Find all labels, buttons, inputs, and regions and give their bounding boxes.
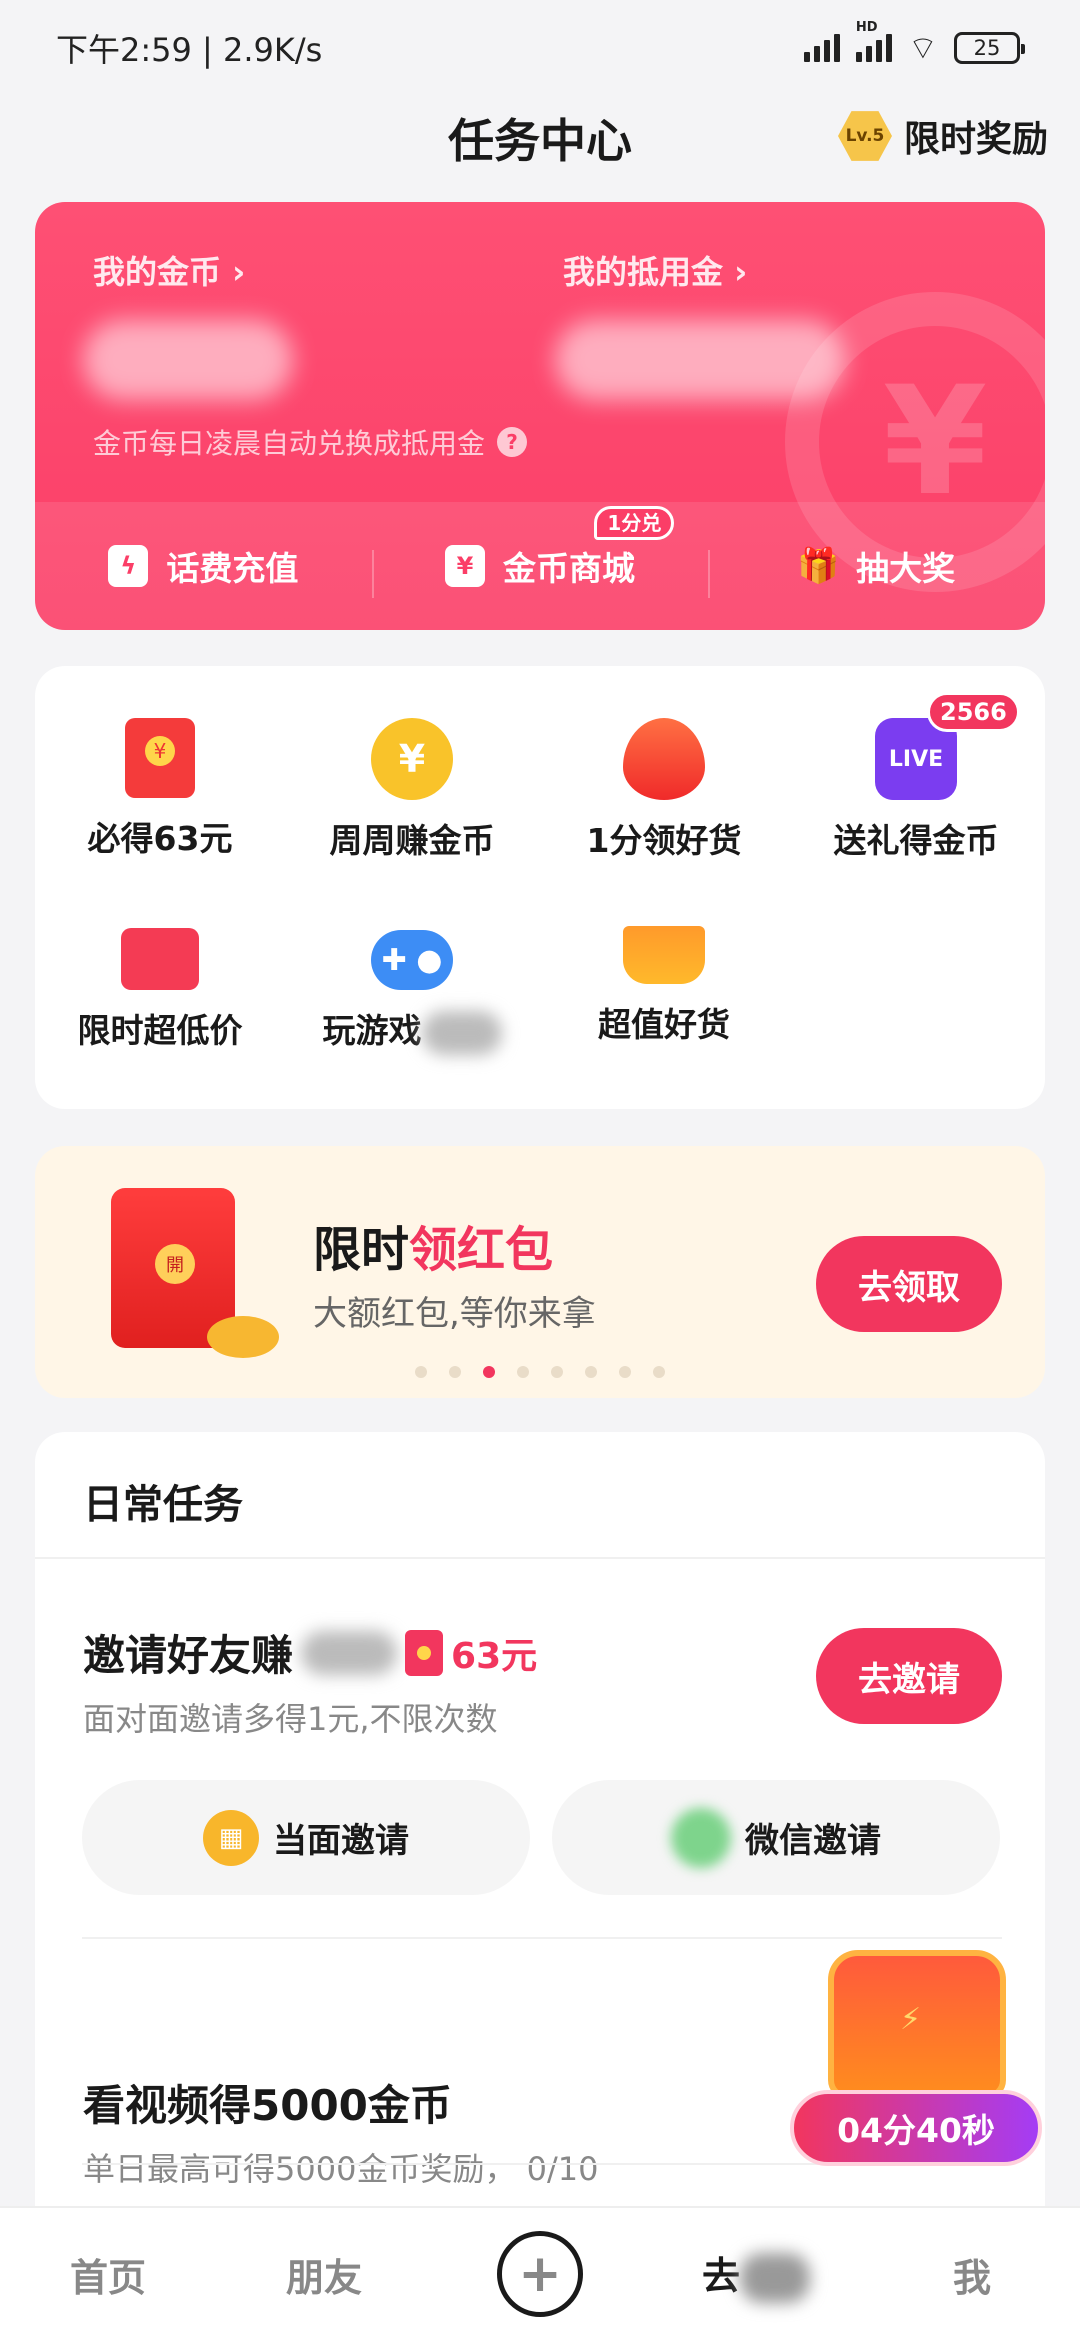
live-count-badge: 2566 [927,692,1020,732]
red-packet-icon [125,718,195,798]
invite-button[interactable]: 去邀请 [816,1628,1002,1724]
nav-go[interactable]: 去 [648,2245,864,2304]
banner-title: 限时领红包 [313,1222,554,1278]
grid-item-great-deals[interactable]: 超值好货 [539,914,789,1046]
voucher-balance-blurred [555,320,845,400]
coin-mall-icon: ¥ [445,545,485,587]
status-bar: 下午2:59 | 2.9K/s HD ⌔ 25 [0,0,1080,95]
claim-button[interactable]: 去领取 [816,1236,1002,1332]
grid-item-play-games[interactable]: ✚ ● 玩游戏 [287,914,537,1055]
banner-subtitle: 大额红包,等你来拿 [313,1294,596,1334]
coin-balance-blurred [83,320,293,400]
blurred-text [740,2253,810,2304]
wechat-icon [671,1807,731,1868]
level-badge-icon: Lv.5 [837,111,892,161]
coin-mall-badge: 1分兑 [594,506,675,540]
live-icon: LIVE 2566 [875,692,1020,800]
signal-icon [803,33,840,62]
quick-entry-grid: 必得63元 ¥ 周周赚金币 1分领好货 LIVE 2566 送礼得金币 限时超低… [35,666,1045,1109]
divider [82,1937,1002,1939]
cart-icon [623,926,705,984]
lucky-draw-button[interactable]: 🎁 抽大奖 [708,542,1045,598]
treasure-chest-icon[interactable] [828,1950,1006,2100]
bottom-nav: 首页 朋友 + 去 我 [0,2206,1080,2340]
video-task-subtitle: 单日最高可得5000金币奖励， 0/10 [83,2150,599,2188]
grid-item-one-cent[interactable]: 1分领好货 [539,718,789,862]
phone-charge-button[interactable]: ϟ 话费充值 [35,542,372,590]
blurred-text [421,1010,502,1055]
daily-tasks-header: 日常任务 [83,1482,243,1528]
invite-task-subtitle: 面对面邀请多得1元,不限次数 [83,1700,498,1738]
gold-coins-icon [207,1316,279,1358]
nav-me[interactable]: 我 [864,2247,1080,2302]
carousel-dots [35,1366,1045,1378]
coin-actions-row: ϟ 话费充值 ¥ 金币商城 1分兑 🎁 抽大奖 [35,502,1045,630]
gamepad-icon: ✚ ● [371,930,453,990]
fire-icon [623,718,705,800]
coin-icon: ¥ [371,718,453,800]
limited-reward-label: 限时奖励 [903,119,1048,160]
grid-item-weekly-coins[interactable]: ¥ 周周赚金币 [287,718,537,862]
grid-item-flash-sale[interactable]: 限时超低价 [35,914,285,1052]
gift-box-icon [121,928,199,990]
video-task-title: 看视频得5000金币 [83,2081,452,2130]
gift-icon: 🎁 [797,546,840,586]
face-invite-button[interactable]: ▦ 当面邀请 [82,1780,530,1895]
coin-summary-card: ¥ 我的金币 › 我的抵用金 › 金币每日凌晨自动兑换成抵用金 ? ϟ 话费充值… [35,202,1045,630]
phone-charge-icon: ϟ [108,545,149,587]
wifi-icon: ⌔ [907,28,938,67]
nav-home[interactable]: 首页 [0,2247,216,2302]
invite-reward: 63元 [405,1627,537,1679]
hd-signal-icon: HD [855,20,892,62]
coin-note: 金币每日凌晨自动兑换成抵用金 ? [93,422,528,462]
page-header: 任务中心 Lv.5 限时奖励 [0,95,1080,200]
nav-create[interactable]: + [432,2231,648,2317]
help-icon[interactable]: ? [497,427,528,457]
qr-code-icon: ▦ [203,1809,259,1866]
grid-item-red-packet[interactable]: 必得63元 [35,718,285,860]
chest-countdown[interactable]: 04分40秒 [790,2090,1042,2166]
divider [35,1557,1045,1559]
status-time: 下午2:59 | 2.9K/s [56,30,323,69]
nav-friends[interactable]: 朋友 [216,2247,432,2302]
my-voucher-link[interactable]: 我的抵用金 › [563,247,747,293]
battery-icon: 25 [954,31,1025,64]
plus-icon: + [497,2231,583,2317]
my-coins-link[interactable]: 我的金币 › [93,247,245,293]
blurred-text [301,1630,398,1675]
red-packet-icon [405,1629,444,1676]
wechat-invite-button[interactable]: 微信邀请 [552,1780,1000,1895]
coin-mall-button[interactable]: ¥ 金币商城 1分兑 [371,506,709,598]
invite-task-title: 邀请好友赚 63元 [83,1622,537,1683]
limited-reward-button[interactable]: Lv.5 限时奖励 [837,109,1048,163]
red-packet-banner[interactable]: 限时领红包 大额红包,等你来拿 去领取 [35,1146,1045,1398]
grid-item-live-gift[interactable]: LIVE 2566 送礼得金币 [791,692,1041,862]
